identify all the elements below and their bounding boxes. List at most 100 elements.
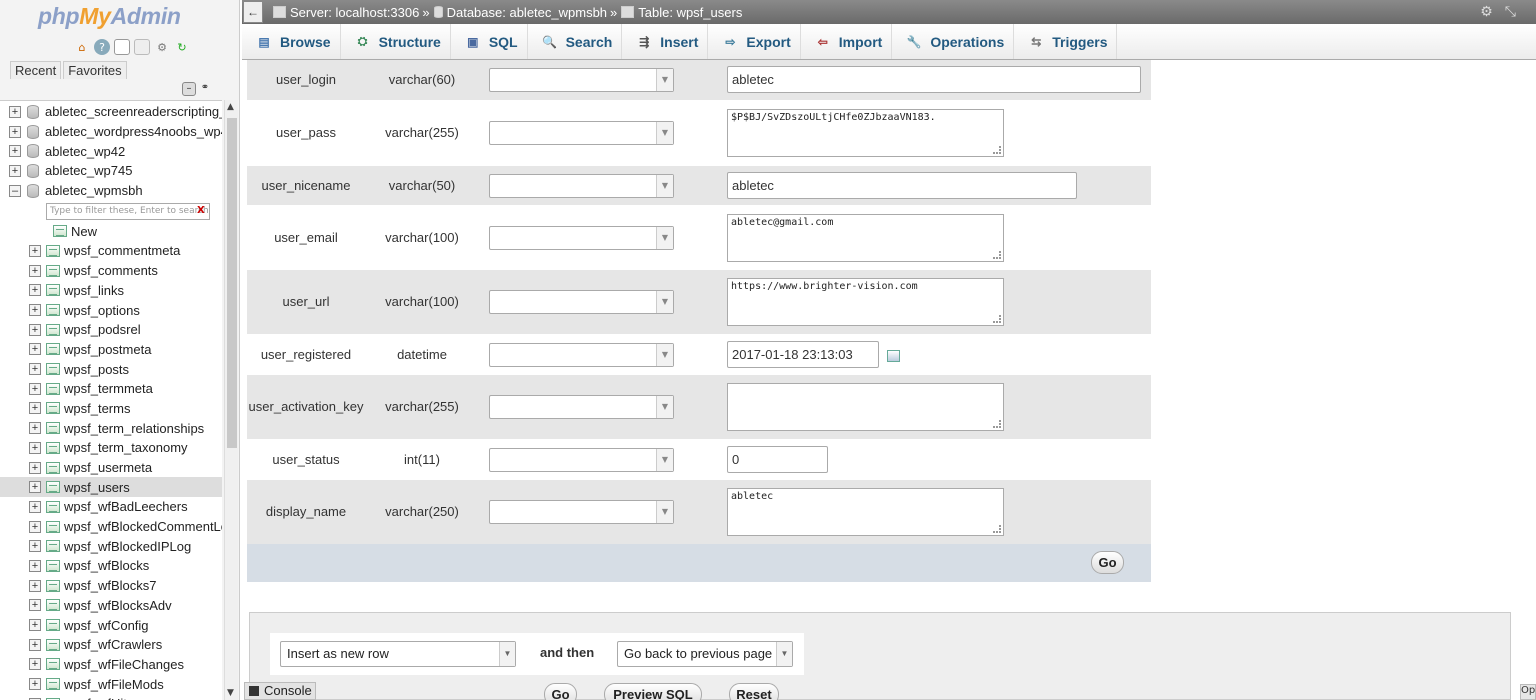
docs2-icon[interactable] xyxy=(134,39,150,55)
console-toggle[interactable]: Console xyxy=(244,682,316,700)
value-input[interactable]: abletec xyxy=(727,66,1141,93)
tree-table-item[interactable]: + wpsf_terms xyxy=(0,399,222,419)
maximize-icon[interactable]: ⤡ xyxy=(1505,3,1516,20)
value-textarea[interactable]: https://www.brighter-vision.com xyxy=(727,278,1004,326)
tree-table-item[interactable]: + wpsf_wfBlockedCommentLo xyxy=(0,517,222,537)
expand-icon[interactable]: + xyxy=(29,520,41,533)
tree-table-item[interactable]: + wpsf_wfBlocks xyxy=(0,556,222,576)
expand-icon[interactable]: + xyxy=(29,579,41,592)
expand-icon[interactable]: + xyxy=(29,422,41,435)
expand-icon[interactable]: + xyxy=(9,164,21,177)
tree-table-item[interactable]: + wpsf_podsrel xyxy=(0,320,222,340)
collapse-nav-button[interactable]: ← xyxy=(243,1,263,23)
tree-table-item[interactable]: + wpsf_wfBlocksAdv xyxy=(0,596,222,616)
value-input[interactable]: 2017-01-18 23:13:03 xyxy=(727,340,879,368)
collapse-all-icon[interactable]: – xyxy=(182,82,196,96)
function-select[interactable]: ▼ xyxy=(489,447,674,472)
tab-export[interactable]: ⇨ Export xyxy=(708,24,801,59)
tab-favorites[interactable]: Favorites xyxy=(63,61,127,79)
tab-operations[interactable]: 🔧 Operations xyxy=(892,24,1015,59)
value-textarea[interactable]: $P$BJ/SvZDszoULtjCHfe0ZJbzaaVN183. xyxy=(727,109,1004,157)
right-edge-tab[interactable]: Op xyxy=(1520,684,1536,700)
tree-table-item[interactable]: + wpsf_wfFileChanges xyxy=(0,655,222,675)
expand-icon[interactable]: + xyxy=(29,363,41,376)
expand-icon[interactable]: + xyxy=(29,264,41,277)
function-select[interactable]: ▼ xyxy=(489,290,674,314)
expand-icon[interactable]: + xyxy=(29,658,41,671)
function-select[interactable]: ▼ xyxy=(489,173,674,198)
function-select[interactable]: ▼ xyxy=(489,395,674,419)
tree-table-item[interactable]: +wpsf_wfHits xyxy=(0,694,222,700)
expand-icon[interactable]: + xyxy=(29,481,41,494)
tab-search[interactable]: 🔍 Search xyxy=(528,24,623,59)
tab-browse[interactable]: ▤ Browse xyxy=(242,24,341,59)
insert-mode-select[interactable]: Insert as new row ▼ xyxy=(280,641,516,667)
phpmyadmin-logo[interactable]: phpMyAdmin xyxy=(38,3,181,30)
expand-icon[interactable]: + xyxy=(29,461,41,474)
scroll-down-icon[interactable]: ▼ xyxy=(227,688,234,698)
collapse-icon[interactable]: – xyxy=(9,184,21,197)
expand-icon[interactable]: + xyxy=(29,441,41,454)
tab-import[interactable]: ⇦ Import xyxy=(801,24,893,59)
table-filter-input[interactable]: Type to filter these, Enter to search al… xyxy=(46,203,210,220)
tree-table-item[interactable]: + wpsf_users xyxy=(0,477,222,498)
scrollbar-thumb[interactable] xyxy=(227,118,237,448)
tab-insert[interactable]: ⇶ Insert xyxy=(622,24,709,59)
tree-table-item[interactable]: + wpsf_wfFileMods xyxy=(0,674,222,694)
breadcrumb-server[interactable]: Server: localhost:3306» xyxy=(273,5,430,20)
tree-table-item[interactable]: + wpsf_term_relationships xyxy=(0,418,222,438)
function-select[interactable]: ▼ xyxy=(489,500,674,524)
after-insert-select[interactable]: Go back to previous page ▼ xyxy=(617,641,793,667)
tree-table-item[interactable]: + wpsf_wfBlocks7 xyxy=(0,576,222,596)
expand-icon[interactable]: + xyxy=(29,304,41,317)
value-input[interactable]: 0 xyxy=(727,445,828,473)
expand-icon[interactable]: + xyxy=(9,145,21,158)
tree-table-item[interactable]: + wpsf_wfCrawlers xyxy=(0,635,222,655)
function-select[interactable]: ▼ xyxy=(489,225,674,250)
tree-table-item[interactable]: + wpsf_posts xyxy=(0,359,222,379)
value-textarea[interactable]: abletec@gmail.com xyxy=(727,213,1004,262)
tab-structure[interactable]: ⛭ Structure xyxy=(341,24,451,59)
tree-table-item[interactable]: + wpsf_usermeta xyxy=(0,458,222,478)
expand-icon[interactable]: + xyxy=(29,559,41,572)
breadcrumb-table[interactable]: Table: wpsf_users xyxy=(621,5,742,20)
bottom-go-button[interactable]: Go xyxy=(544,683,577,700)
tab-triggers[interactable]: ⇆ Triggers xyxy=(1014,24,1118,59)
tree-db-current[interactable]: – abletec_wpmsbh xyxy=(0,181,222,201)
tab-recent[interactable]: Recent xyxy=(10,61,62,79)
expand-icon[interactable]: + xyxy=(29,540,41,553)
expand-icon[interactable]: + xyxy=(29,402,41,415)
preview-sql-button[interactable]: Preview SQL xyxy=(604,683,702,700)
tree-new-table[interactable]: New xyxy=(0,221,222,241)
calendar-icon[interactable] xyxy=(887,349,900,362)
tree-db-item[interactable]: + abletec_screenreaderscripting_ xyxy=(0,102,222,122)
expand-icon[interactable]: + xyxy=(29,343,41,356)
docs-icon[interactable] xyxy=(114,39,130,55)
tree-table-item[interactable]: + wpsf_wfBadLeechers xyxy=(0,497,222,517)
settings-gear-icon[interactable]: ⚙ xyxy=(1480,3,1493,20)
tree-table-item[interactable]: + wpsf_links xyxy=(0,281,222,301)
link-icon[interactable]: ⚭ xyxy=(198,82,212,96)
gear-icon[interactable]: ⚙ xyxy=(154,39,170,55)
value-input[interactable]: abletec xyxy=(727,171,1077,199)
function-select[interactable]: ▼ xyxy=(489,121,674,145)
expand-icon[interactable]: + xyxy=(29,382,41,395)
nav-scrollbar[interactable]: ▲ ▼ xyxy=(224,100,238,700)
tree-table-item[interactable]: + wpsf_commentmeta xyxy=(0,241,222,261)
value-textarea[interactable] xyxy=(727,383,1004,431)
home-icon[interactable]: ⌂ xyxy=(74,39,90,55)
tree-db-item[interactable]: + abletec_wp745 xyxy=(0,161,222,181)
tree-db-item[interactable]: + abletec_wordpress4noobs_wp4 xyxy=(0,122,222,142)
expand-icon[interactable]: + xyxy=(9,125,21,138)
logout-icon[interactable]: ? xyxy=(94,39,110,55)
tree-table-item[interactable]: + wpsf_termmeta xyxy=(0,379,222,399)
tree-table-item[interactable]: + wpsf_term_taxonomy xyxy=(0,438,222,458)
function-select[interactable]: ▼ xyxy=(489,342,674,367)
tree-db-item[interactable]: + abletec_wp42 xyxy=(0,141,222,161)
clear-filter-icon[interactable]: X xyxy=(197,205,205,216)
expand-icon[interactable]: + xyxy=(29,244,41,257)
expand-icon[interactable]: + xyxy=(29,599,41,612)
tree-table-item[interactable]: + wpsf_options xyxy=(0,300,222,320)
expand-icon[interactable]: + xyxy=(29,284,41,297)
tree-table-item[interactable]: + wpsf_postmeta xyxy=(0,340,222,360)
